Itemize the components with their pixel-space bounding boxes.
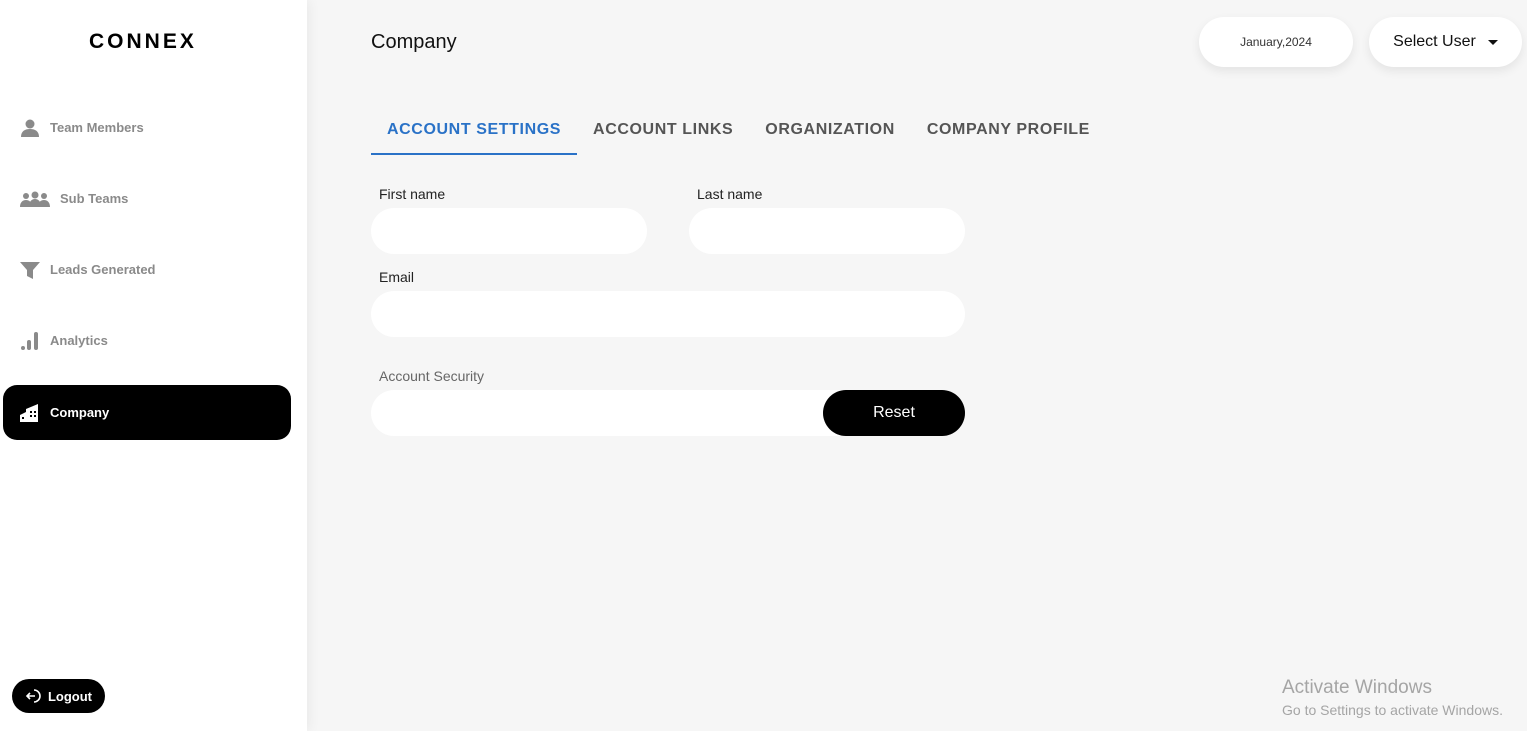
sidebar-item-analytics[interactable]: Analytics [3, 313, 291, 368]
reset-button[interactable]: Reset [823, 390, 965, 436]
sidebar-item-company[interactable]: Company [3, 385, 291, 440]
last-name-input[interactable] [689, 208, 965, 254]
page-title: Company [371, 31, 457, 53]
account-security-label: Account Security [379, 368, 485, 384]
logout-button[interactable]: Logout [12, 679, 105, 713]
caret-down-icon [1487, 39, 1498, 50]
bar-chart-icon [21, 331, 38, 350]
sidebar-item-sub-teams[interactable]: Sub Teams [3, 171, 291, 226]
brand-name: CONNEX [89, 30, 197, 53]
brand-logo: CONNEX [89, 30, 197, 54]
email-input[interactable] [371, 291, 965, 337]
first-name-input[interactable] [371, 208, 647, 254]
logout-icon [25, 689, 41, 703]
sidebar: CONNEX Team Members Sub Teams Leads Gene… [0, 0, 307, 731]
last-name-label: Last name [697, 186, 763, 202]
group-icon [20, 191, 50, 207]
email-label: Email [379, 269, 415, 285]
select-user-dropdown[interactable]: Select User [1369, 17, 1522, 67]
tab-bar: ACCOUNT SETTINGS ACCOUNT LINKS ORGANIZAT… [371, 108, 1106, 155]
windows-watermark: Activate Windows Go to Settings to activ… [1282, 677, 1503, 718]
first-name-label: First name [379, 186, 446, 202]
tab-account-links[interactable]: ACCOUNT LINKS [577, 108, 749, 155]
tab-company-profile[interactable]: COMPANY PROFILE [911, 108, 1106, 155]
person-icon [21, 119, 39, 137]
sidebar-item-leads-generated[interactable]: Leads Generated [3, 242, 291, 297]
funnel-icon [20, 261, 40, 279]
date-picker[interactable]: January,2024 [1199, 17, 1353, 67]
tab-organization[interactable]: ORGANIZATION [749, 108, 911, 155]
tab-account-settings[interactable]: ACCOUNT SETTINGS [371, 108, 578, 155]
building-icon [20, 403, 38, 422]
sidebar-item-team-members[interactable]: Team Members [3, 100, 291, 155]
